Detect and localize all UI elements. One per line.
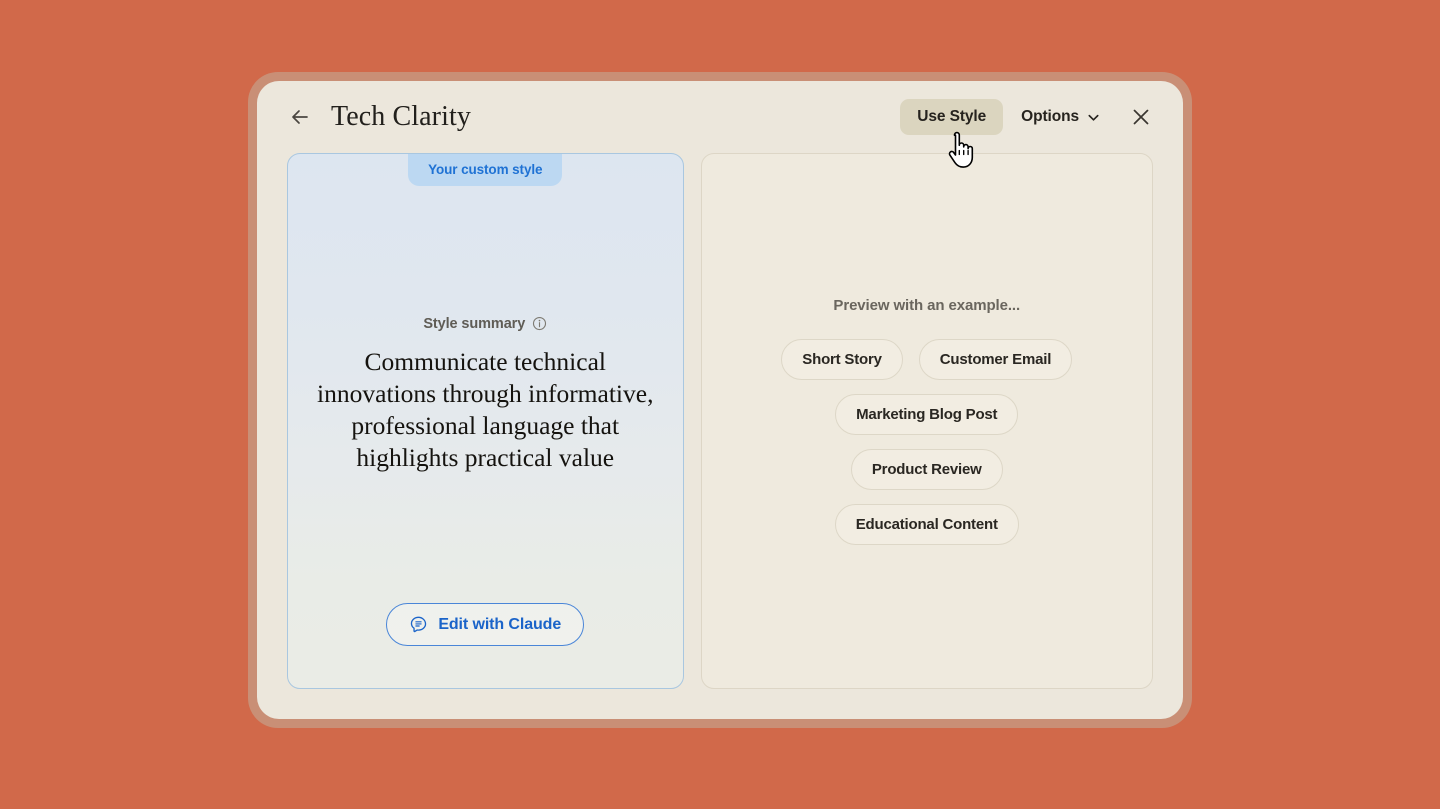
options-button[interactable]: Options: [1009, 99, 1113, 135]
close-icon: [1133, 109, 1149, 125]
style-summary-label: Style summary: [423, 315, 526, 332]
example-pill-educational-content[interactable]: Educational Content: [834, 504, 1019, 545]
info-icon[interactable]: [532, 316, 547, 331]
preview-panel: Preview with an example... Short Story C…: [700, 153, 1153, 689]
chevron-down-icon: [1088, 114, 1099, 121]
example-pill-short-story[interactable]: Short Story: [781, 339, 903, 380]
claude-chat-icon: [411, 616, 427, 633]
example-pill-product-review[interactable]: Product Review: [850, 449, 1003, 490]
example-pill-list: Short Story Customer Email Marketing Blo…: [757, 339, 1097, 545]
preview-label: Preview with an example...: [833, 297, 1021, 314]
options-label: Options: [1021, 108, 1079, 125]
modal-body: Your custom style Style summary Communic…: [257, 153, 1183, 719]
example-pill-marketing-blog-post[interactable]: Marketing Blog Post: [835, 394, 1019, 435]
header-actions: Use Style Options: [900, 99, 1159, 135]
modal-header: Tech Clarity Use Style Options: [257, 81, 1183, 153]
style-detail-modal: Tech Clarity Use Style Options Your cust…: [257, 81, 1183, 719]
edit-with-claude-label: Edit with Claude: [438, 615, 562, 633]
use-style-button[interactable]: Use Style: [900, 99, 1004, 135]
close-button[interactable]: [1123, 99, 1159, 135]
style-summary-panel: Your custom style Style summary Communic…: [287, 153, 684, 689]
example-pill-customer-email[interactable]: Customer Email: [918, 339, 1073, 380]
window-frame: Tech Clarity Use Style Options Your cust…: [248, 72, 1192, 728]
page-title: Tech Clarity: [331, 101, 471, 132]
edit-with-claude-button[interactable]: Edit with Claude: [386, 603, 585, 646]
custom-style-badge: Your custom style: [408, 154, 563, 186]
arrow-left-icon: [292, 110, 308, 124]
style-summary-header: Style summary: [423, 316, 547, 332]
style-summary-text: Communicate technical innovations throug…: [317, 346, 654, 472]
back-button[interactable]: [287, 104, 313, 130]
